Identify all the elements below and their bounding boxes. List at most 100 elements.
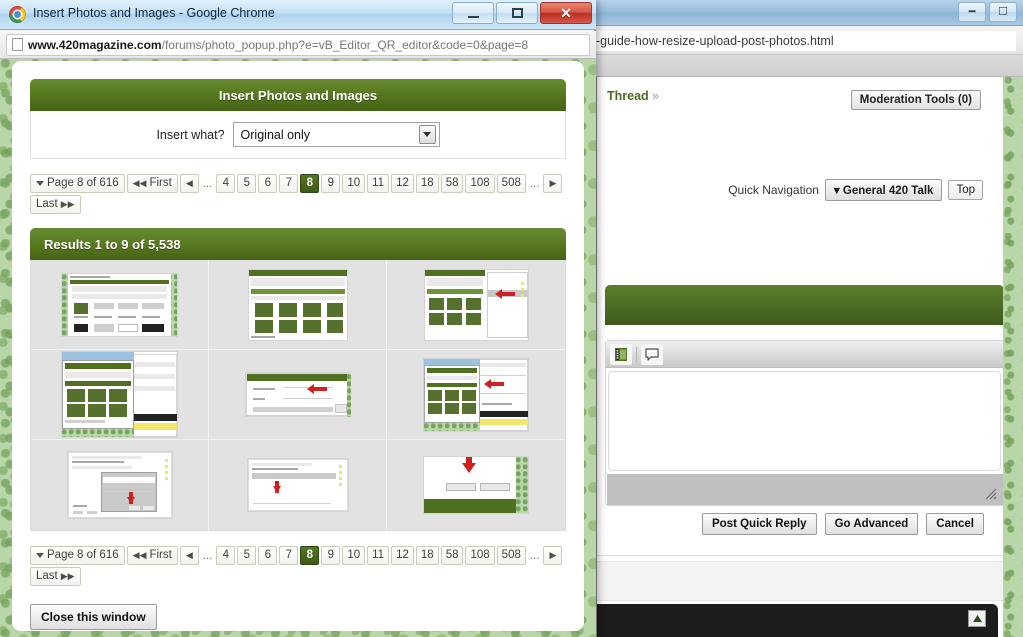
thumbnail-4[interactable] bbox=[62, 352, 177, 437]
double-arrow-left-icon: ◀◀ bbox=[132, 550, 147, 560]
page-button[interactable]: 508 bbox=[496, 174, 526, 193]
thumbnail-cell[interactable] bbox=[387, 350, 565, 440]
prev-page-button-top[interactable]: ◀ bbox=[179, 174, 199, 193]
background-maximize-button[interactable]: ☐ bbox=[989, 2, 1017, 22]
popup-close-button[interactable]: ✕ bbox=[540, 2, 592, 24]
speech-bubble-icon[interactable] bbox=[641, 343, 663, 365]
first-label: First bbox=[149, 549, 172, 561]
quick-navigation-select[interactable]: ▾ General 420 Talk bbox=[824, 179, 943, 201]
current-page-button[interactable]: 8 bbox=[300, 174, 320, 193]
quick-reply-box bbox=[605, 340, 1003, 506]
page-button[interactable]: 11 bbox=[367, 546, 390, 565]
film-strip-icon[interactable] bbox=[610, 343, 632, 365]
page-button[interactable]: 58 bbox=[440, 546, 464, 565]
thumbnail-cell[interactable] bbox=[387, 260, 565, 350]
quick-reply-toolbar bbox=[606, 341, 1003, 368]
toolbar-divider bbox=[636, 346, 637, 362]
page-button[interactable]: 5 bbox=[237, 174, 257, 193]
thumbnail-cell[interactable] bbox=[209, 440, 387, 530]
popup-maximize-button[interactable] bbox=[496, 2, 538, 24]
insert-photos-popup-window: Insert Photos and Images - Google Chrome… bbox=[0, 0, 596, 637]
page-button[interactable]: 508 bbox=[496, 546, 526, 565]
pagination-ellipsis-right-top: ... bbox=[529, 177, 540, 190]
quick-reply-textarea[interactable] bbox=[608, 371, 1001, 471]
post-quick-reply-button[interactable]: Post Quick Reply bbox=[701, 513, 817, 535]
current-page-button[interactable]: 8 bbox=[300, 546, 320, 565]
last-label: Last bbox=[36, 198, 58, 210]
insert-what-value: Original only bbox=[240, 127, 311, 142]
page-button[interactable]: 6 bbox=[258, 174, 278, 193]
last-page-button-bottom[interactable]: Last ▶▶ bbox=[30, 567, 81, 586]
thumbnail-2[interactable] bbox=[248, 269, 347, 340]
moderation-tools-button[interactable]: Moderation Tools (0) bbox=[850, 90, 981, 110]
background-bookmarks-bar bbox=[596, 55, 1023, 77]
page-leaf-background-right bbox=[1003, 77, 1023, 637]
chevron-down-icon[interactable] bbox=[418, 125, 436, 144]
page-button[interactable]: 10 bbox=[342, 546, 366, 565]
minimize-icon bbox=[467, 15, 479, 18]
page-button[interactable]: 4 bbox=[216, 546, 236, 565]
insert-what-select[interactable]: Original only bbox=[232, 122, 440, 147]
page-summary-bottom[interactable]: Page 8 of 616 bbox=[30, 546, 125, 565]
next-page-button-top[interactable]: ▶ bbox=[543, 174, 563, 193]
page-button[interactable]: 108 bbox=[465, 546, 495, 565]
top-button[interactable]: Top bbox=[948, 180, 983, 200]
page-button[interactable]: 9 bbox=[321, 546, 341, 565]
pagination-bottom: Page 8 of 616 ◀◀ First ◀ ... 4 5 6 7 8 9 … bbox=[30, 546, 566, 586]
thumbnail-cell[interactable] bbox=[31, 260, 209, 350]
next-page-button-bottom[interactable]: ▶ bbox=[543, 546, 563, 565]
thumbnail-3[interactable] bbox=[424, 269, 528, 340]
page-button[interactable]: 6 bbox=[258, 546, 278, 565]
thumbnail-cell[interactable] bbox=[387, 440, 565, 530]
thumbnail-7[interactable] bbox=[67, 452, 172, 518]
page-button[interactable]: 4 bbox=[216, 174, 236, 193]
red-arrow-icon bbox=[462, 463, 476, 473]
quick-navigation-label: Quick Navigation bbox=[728, 183, 819, 197]
popup-content-card: Insert Photos and Images Insert what? Or… bbox=[12, 61, 584, 631]
first-page-button-bottom[interactable]: ◀◀ First bbox=[126, 546, 178, 565]
cancel-button[interactable]: Cancel bbox=[926, 513, 984, 535]
thumbnail-9[interactable] bbox=[424, 457, 528, 513]
thumbnail-cell[interactable] bbox=[209, 260, 387, 350]
resize-grip-icon[interactable] bbox=[985, 488, 997, 500]
background-minimize-button[interactable]: ━ bbox=[958, 2, 986, 22]
thumbnail-6[interactable] bbox=[424, 358, 528, 431]
page-button[interactable]: 5 bbox=[237, 546, 257, 565]
maximize-icon: ☐ bbox=[998, 5, 1008, 18]
page-button[interactable]: 12 bbox=[391, 174, 414, 193]
page-button[interactable]: 10 bbox=[342, 174, 366, 193]
thumbnail-cell[interactable] bbox=[31, 350, 209, 440]
page-button[interactable]: 9 bbox=[321, 174, 341, 193]
last-page-button-top[interactable]: Last ▶▶ bbox=[30, 195, 81, 214]
close-icon: ✕ bbox=[560, 5, 572, 21]
thumbnail-1[interactable] bbox=[62, 273, 177, 336]
popup-titlebar[interactable]: Insert Photos and Images - Google Chrome… bbox=[0, 0, 596, 30]
popup-url-field[interactable]: www.420magazine.com/forums/photo_popup.p… bbox=[6, 33, 590, 56]
thumbnail-8[interactable] bbox=[247, 459, 348, 511]
first-label: First bbox=[149, 177, 172, 189]
scroll-to-top-button[interactable] bbox=[968, 610, 986, 627]
first-page-button-top[interactable]: ◀◀ First bbox=[126, 174, 178, 193]
prev-page-button-bottom[interactable]: ◀ bbox=[179, 546, 199, 565]
thumbnail-5[interactable] bbox=[245, 373, 351, 417]
thumbnail-cell[interactable] bbox=[209, 350, 387, 440]
background-page-content: Moderation Tools (0) Quick Navigation ▾ … bbox=[596, 77, 1003, 637]
go-advanced-button[interactable]: Go Advanced bbox=[824, 513, 919, 535]
page-button[interactable]: 7 bbox=[279, 174, 299, 193]
thumbnail-cell[interactable] bbox=[31, 440, 209, 530]
page-button[interactable]: 18 bbox=[415, 546, 439, 565]
page-summary-top[interactable]: Page 8 of 616 bbox=[30, 174, 125, 193]
popup-minimize-button[interactable] bbox=[452, 2, 494, 24]
page-button[interactable]: 18 bbox=[415, 174, 439, 193]
page-button[interactable]: 58 bbox=[440, 174, 464, 193]
thumbnail-grid bbox=[30, 260, 566, 531]
thread-link[interactable]: Thread » bbox=[607, 89, 659, 103]
popup-url-text: www.420magazine.com/forums/photo_popup.p… bbox=[28, 38, 528, 52]
page-button[interactable]: 108 bbox=[465, 174, 495, 193]
close-this-window-button[interactable]: Close this window bbox=[30, 604, 157, 630]
popup-url-bar: www.420magazine.com/forums/photo_popup.p… bbox=[0, 31, 596, 59]
page-button[interactable]: 12 bbox=[391, 546, 414, 565]
page-button[interactable]: 7 bbox=[279, 546, 299, 565]
thread-link-label: Thread bbox=[607, 89, 649, 103]
page-button[interactable]: 11 bbox=[367, 174, 390, 193]
